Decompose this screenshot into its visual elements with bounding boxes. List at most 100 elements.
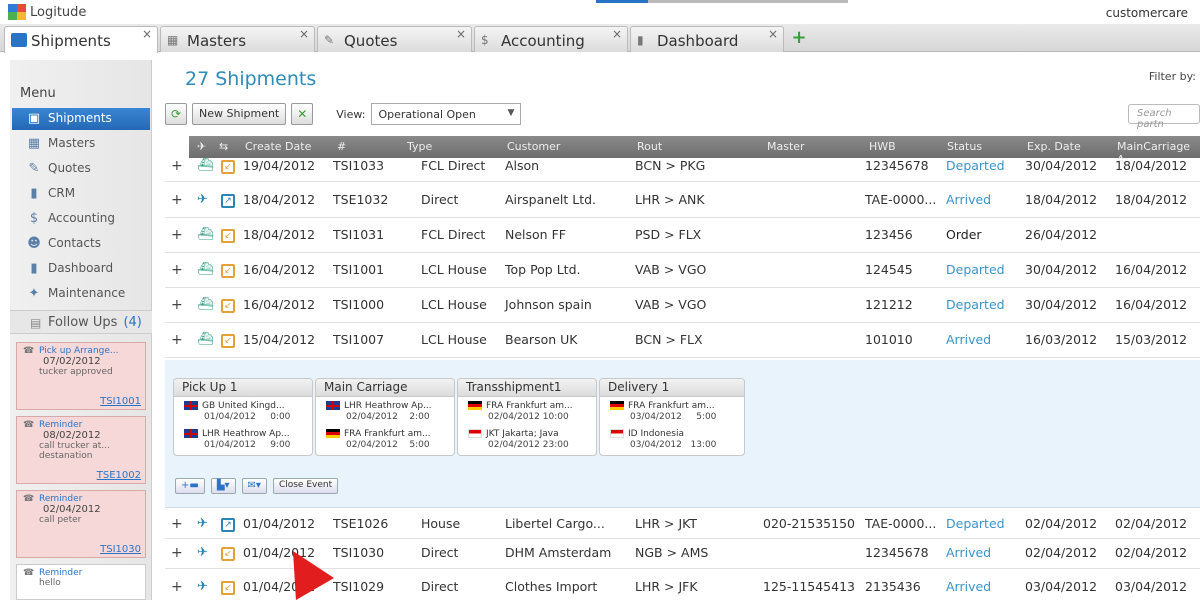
stage-delivery[interactable]: Delivery 1 FRA Frankfurt am... 03/04/201…: [599, 378, 745, 456]
airplane-icon: ✈: [197, 192, 208, 207]
import-icon: ↙: [221, 299, 235, 313]
expand-icon[interactable]: +: [171, 297, 183, 313]
main-panel: 27 Shipments Filter by: ⟳ New Shipment ✕…: [153, 60, 1200, 600]
search-input[interactable]: Search partn: [1128, 104, 1200, 130]
view-label: View:: [336, 107, 366, 121]
shipments-icon: [11, 33, 27, 47]
table-row[interactable]: + ✈ ↗ 01/04/2012 TSE1026 House Libertel Cargo.…: [165, 509, 1200, 539]
tab-masters[interactable]: ▦ Masters ×: [160, 26, 315, 52]
follow-ups-count: (4): [123, 315, 142, 330]
masters-icon: ▦: [27, 136, 41, 151]
quotes-icon: ✎: [324, 33, 335, 47]
close-icon[interactable]: ×: [142, 27, 152, 41]
close-icon[interactable]: ×: [299, 27, 309, 41]
table-row[interactable]: + ⛴ ↙ 19/04/2012 TSI1033 FCL Direct Alson BCN >…: [165, 152, 1200, 182]
follow-up-note[interactable]: ☎ Pick up Arrange... 07/02/2012 tucker appr…: [16, 342, 146, 410]
export-icon: ↗: [221, 194, 235, 208]
new-shipment-button[interactable]: New Shipment: [192, 103, 287, 125]
follow-ups-header[interactable]: ▤ Follow Ups (4): [10, 310, 152, 334]
airplane-icon: ✈: [197, 579, 208, 594]
tab-shipments[interactable]: Shipments ×: [4, 26, 158, 53]
user-name[interactable]: customercare: [1106, 6, 1188, 20]
note-link[interactable]: TSI1030: [100, 544, 141, 555]
follow-ups-icon: ▤: [30, 316, 42, 330]
refresh-button[interactable]: ⟳: [165, 103, 187, 125]
masters-icon: ▦: [167, 33, 179, 47]
app-logo: Logitude: [8, 4, 86, 20]
follow-up-note[interactable]: ☎ Reminder hello: [16, 564, 146, 600]
view-select[interactable]: Operational Open ▼: [371, 103, 522, 125]
crm-icon: ▮: [30, 186, 38, 201]
dashboard-icon: ▮: [30, 261, 38, 276]
airplane-icon: ✈: [197, 516, 208, 531]
tab-dashboard[interactable]: ▮ Dashboard ×: [630, 26, 784, 52]
import-icon: ↙: [221, 229, 235, 243]
uk-flag-icon: [184, 401, 198, 410]
expand-icon[interactable]: +: [171, 227, 183, 243]
table-row[interactable]: + ✈ ↗ 18/04/2012 TSE1032 Direct Airspanelt Ltd…: [165, 183, 1200, 218]
germany-flag-icon: [610, 401, 624, 410]
collapse-icon[interactable]: +: [171, 332, 183, 348]
sidebar-item-dashboard[interactable]: ▮ Dashboard: [12, 258, 150, 280]
uk-flag-icon: [184, 429, 198, 438]
sidebar-item-accounting[interactable]: $ Accounting: [12, 208, 150, 230]
airplane-icon: ✈: [197, 545, 208, 560]
close-icon[interactable]: ×: [612, 27, 622, 41]
ship-icon: ⛴: [197, 158, 214, 173]
table-row[interactable]: + ⛴ ↙ 16/04/2012 TSI1001 LCL House Top Pop Ltd…: [165, 253, 1200, 288]
expand-icon[interactable]: +: [171, 516, 183, 532]
import-icon: ↙: [221, 264, 235, 278]
filter-label: Filter by:: [1148, 70, 1196, 83]
email-button[interactable]: ✉▾: [241, 478, 267, 494]
sidebar-item-masters[interactable]: ▦ Masters: [12, 133, 150, 155]
tab-accounting[interactable]: $ Accounting ×: [474, 26, 628, 52]
print-button[interactable]: ▙▾: [210, 478, 236, 494]
stage-transshipment[interactable]: Transshipment1 FRA Frankfurt am... 02/04…: [457, 378, 597, 456]
contacts-icon: ☻: [27, 236, 41, 251]
sidebar-item-shipments[interactable]: ▣ Shipments: [12, 108, 150, 130]
note-link[interactable]: TSI1001: [100, 396, 141, 407]
add-event-button[interactable]: +▬: [175, 478, 205, 494]
note-link[interactable]: TSE1002: [97, 470, 141, 481]
germany-flag-icon: [468, 401, 482, 410]
germany-flag-icon: [326, 429, 340, 438]
close-icon[interactable]: ×: [768, 27, 778, 41]
close-icon[interactable]: ×: [456, 27, 466, 41]
import-icon: ↙: [221, 581, 235, 595]
expand-icon[interactable]: +: [171, 192, 183, 208]
follow-up-note[interactable]: ☎ Reminder 08/02/2012 call trucker at... de…: [16, 416, 146, 484]
quotes-icon: ✎: [28, 161, 40, 176]
excel-icon: ✕: [297, 107, 308, 121]
progress-track: [648, 0, 848, 3]
expand-icon[interactable]: +: [171, 262, 183, 278]
export-excel-button[interactable]: ✕: [291, 103, 314, 125]
dashboard-icon: ▮: [637, 33, 644, 47]
table-row[interactable]: + ⛴ ↙ 16/04/2012 TSI1000 LCL House Johnson spa…: [165, 288, 1200, 323]
import-icon: ↙: [221, 547, 235, 561]
envelope-icon: ✉▾: [247, 480, 261, 491]
expand-icon[interactable]: +: [171, 579, 183, 595]
progress-indicator: [596, 0, 648, 3]
expand-icon[interactable]: +: [171, 158, 183, 174]
table-row[interactable]: + ⛴ ↙ 15/04/2012 TSI1007 LCL House Bearson UK B…: [165, 323, 1200, 358]
title-bar: Logitude customercare: [0, 0, 1200, 24]
tab-quotes[interactable]: ✎ Quotes ×: [317, 26, 472, 52]
sidebar-item-contacts[interactable]: ☻ Contacts: [12, 233, 150, 255]
add-tab-button[interactable]: +: [786, 28, 812, 50]
close-event-button[interactable]: Close Event: [272, 478, 339, 494]
stage-main-carriage[interactable]: Main Carriage LHR Heathrow Ap... 02/04/2…: [315, 378, 455, 456]
page-title: 27 Shipments: [185, 68, 317, 90]
sidebar-item-crm[interactable]: ▮ CRM: [12, 183, 150, 205]
import-icon: ↙: [221, 160, 235, 174]
sidebar-item-quotes[interactable]: ✎ Quotes: [12, 158, 150, 180]
expand-icon[interactable]: +: [171, 545, 183, 561]
chevron-down-icon: ▼: [507, 108, 515, 118]
shipments-icon: ▣: [27, 111, 41, 126]
table-row[interactable]: + ⛴ ↙ 18/04/2012 TSI1031 FCL Direct Nelson FF P…: [165, 218, 1200, 253]
ship-icon: ⛴: [197, 332, 214, 347]
accounting-icon: $: [29, 211, 39, 226]
sidebar-item-maintenance[interactable]: ✦ Maintenance: [12, 283, 150, 305]
stage-pick-up[interactable]: Pick Up 1 GB United Kingd... 01/04/2012 …: [173, 378, 313, 456]
follow-up-note[interactable]: ☎ Reminder 02/04/2012 call peter TSI1030: [16, 490, 146, 558]
uk-flag-icon: [326, 401, 340, 410]
